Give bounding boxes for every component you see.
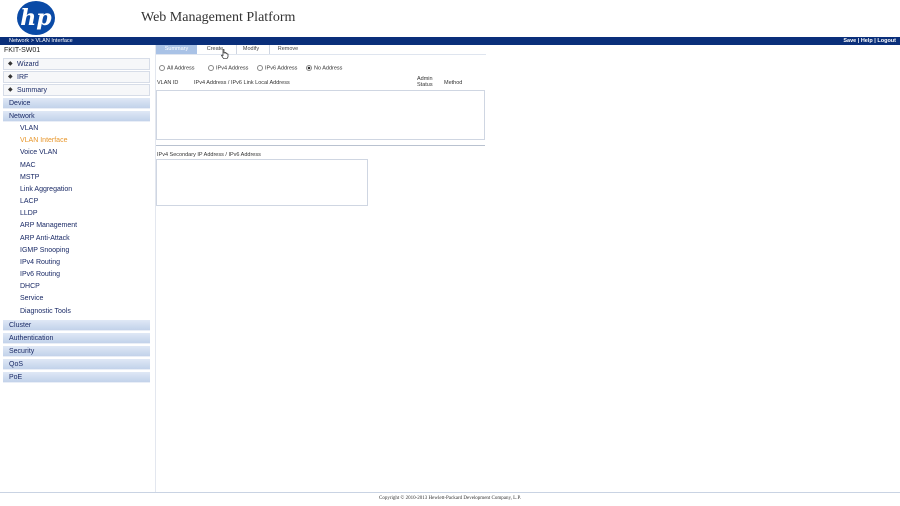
radio-label: No Address [314,65,343,72]
sidebar-category-device[interactable]: Device [3,98,150,109]
main-content: Summary Create Modify Remove All Address… [156,45,900,492]
top-navbar: Network > VLAN Interface Save | Help | L… [0,37,900,45]
diamond-icon: ◆ [8,87,13,93]
sidebar-item-dhcp[interactable]: DHCP [20,282,40,292]
tab-summary[interactable]: Summary [156,45,197,54]
secondary-address-table [156,159,368,206]
sidebar-item-service[interactable]: Service [20,294,43,304]
tab-divider [156,54,486,55]
sidebar-item-ipv6-routing[interactable]: IPv6 Routing [20,270,60,280]
sidebar-item-vlan-interface[interactable]: VLAN Interface [20,136,67,146]
sidebar-item-voice-vlan[interactable]: Voice VLAN [20,148,57,158]
secondary-address-label: IPv4 Secondary IP Address / IPv6 Address [157,152,261,158]
sidebar-item-lldp[interactable]: LLDP [20,209,38,219]
sidebar-item-mstp[interactable]: MSTP [20,173,39,183]
radio-icon [208,65,214,71]
sidebar-item-link-aggregation[interactable]: Link Aggregation [20,185,72,195]
radio-icon [159,65,165,71]
vlan-interface-table [156,90,485,140]
sidebar-category-qos[interactable]: QoS [3,359,150,370]
link-separator: | [874,38,876,44]
sidebar-item-label: Summary [17,87,47,94]
radio-label: IPv4 Address [216,65,249,72]
sidebar: FKIT-SW01 ◆ Wizard ◆ IRF ◆ Summary Devic… [0,45,156,492]
column-header-address: IPv4 Address / IPv6 Link Local Address [194,80,290,86]
radio-ipv4-address[interactable]: IPv4 Address [208,65,248,71]
link-separator: | [857,38,860,44]
logout-link[interactable]: Logout [877,38,896,44]
breadcrumb: Network > VLAN Interface [9,38,73,44]
radio-icon [306,65,312,71]
radio-icon [257,65,263,71]
sidebar-item-diagnostic-tools[interactable]: Diagnostic Tools [20,307,71,317]
section-divider [156,145,485,146]
sidebar-category-cluster[interactable]: Cluster [3,320,150,331]
sidebar-item-vlan[interactable]: VLAN [20,124,38,134]
column-header-method: Method [444,80,463,86]
radio-ipv6-address[interactable]: IPv6 Address [257,65,297,71]
radio-no-address[interactable]: No Address [306,65,342,71]
hp-logo: hp [17,1,55,35]
diamond-icon: ◆ [8,74,13,80]
header: hp Web Management Platform [0,0,900,37]
sidebar-item-mac[interactable]: MAC [20,161,36,171]
device-name: FKIT-SW01 [4,47,41,54]
tab-modify[interactable]: Modify [236,45,265,54]
sidebar-category-network[interactable]: Network [3,111,150,122]
sidebar-category-poe[interactable]: PoE [3,372,150,383]
column-header-admin-status: Admin Status [417,76,433,88]
radio-all-address[interactable]: All Address [159,65,195,71]
copyright: Copyright © 2010-2013 Hewlett-Packard De… [379,496,521,501]
help-link[interactable]: Help [861,38,873,44]
sidebar-item-arp-anti-attack[interactable]: ARP Anti-Attack [20,234,70,244]
sidebar-category-authentication[interactable]: Authentication [3,333,150,344]
tab-remove[interactable]: Remove [269,45,306,54]
column-header-vlan-id: VLAN ID [157,80,179,86]
sidebar-item-igmp-snooping[interactable]: IGMP Snooping [20,246,69,256]
diamond-icon: ◆ [8,61,13,67]
sidebar-item-label: IRF [17,74,29,81]
radio-label: IPv6 Address [265,65,298,72]
sidebar-item-lacp[interactable]: LACP [20,197,38,207]
app-title: Web Management Platform [141,10,296,25]
sidebar-item-irf[interactable]: ◆ IRF [3,71,150,83]
save-link[interactable]: Save [843,38,856,44]
sidebar-item-ipv4-routing[interactable]: IPv4 Routing [20,258,60,268]
sidebar-item-summary[interactable]: ◆ Summary [3,84,150,96]
footer-divider [0,492,900,493]
sidebar-category-security[interactable]: Security [3,346,150,357]
top-links: Save | Help | Logout [843,37,896,45]
sidebar-item-arp-management[interactable]: ARP Management [20,221,77,231]
hand-cursor-icon [221,49,229,59]
sidebar-item-wizard[interactable]: ◆ Wizard [3,58,150,70]
sidebar-item-label: Wizard [17,61,39,68]
radio-label: All Address [167,65,195,72]
